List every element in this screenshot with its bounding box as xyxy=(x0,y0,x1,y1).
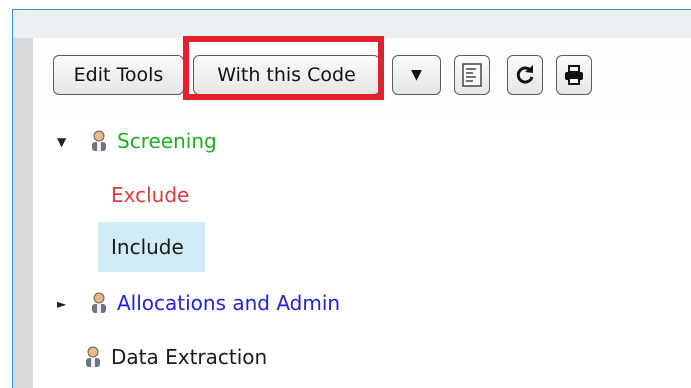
tree-node-data-extraction[interactable]: Data Extraction xyxy=(111,345,267,369)
expand-arrow-icon[interactable]: ▼ xyxy=(57,135,66,149)
user-icon xyxy=(92,292,106,313)
list-icon xyxy=(462,63,482,87)
user-icon xyxy=(86,346,100,367)
dropdown-caret-icon: ▼ xyxy=(411,67,422,83)
edit-tools-button[interactable]: Edit Tools xyxy=(53,55,184,95)
annotation-highlight-box xyxy=(183,36,384,100)
tree-node-allocations-and-admin[interactable]: Allocations and Admin xyxy=(117,291,340,315)
refresh-button[interactable] xyxy=(507,55,543,95)
panel-header-strip xyxy=(13,10,691,38)
collapse-arrow-icon[interactable]: ► xyxy=(57,297,66,311)
print-icon xyxy=(565,65,583,85)
print-button[interactable] xyxy=(556,55,592,95)
left-rail xyxy=(13,38,33,388)
dropdown-button[interactable]: ▼ xyxy=(392,55,441,95)
refresh-icon xyxy=(516,65,534,84)
tree-node-screening[interactable]: Screening xyxy=(117,129,217,153)
tree-node-exclude[interactable]: Exclude xyxy=(111,183,189,207)
list-view-button[interactable] xyxy=(454,55,490,95)
user-icon xyxy=(92,130,106,151)
tree-node-include[interactable]: Include xyxy=(111,235,184,259)
frame-border-top xyxy=(12,9,691,10)
